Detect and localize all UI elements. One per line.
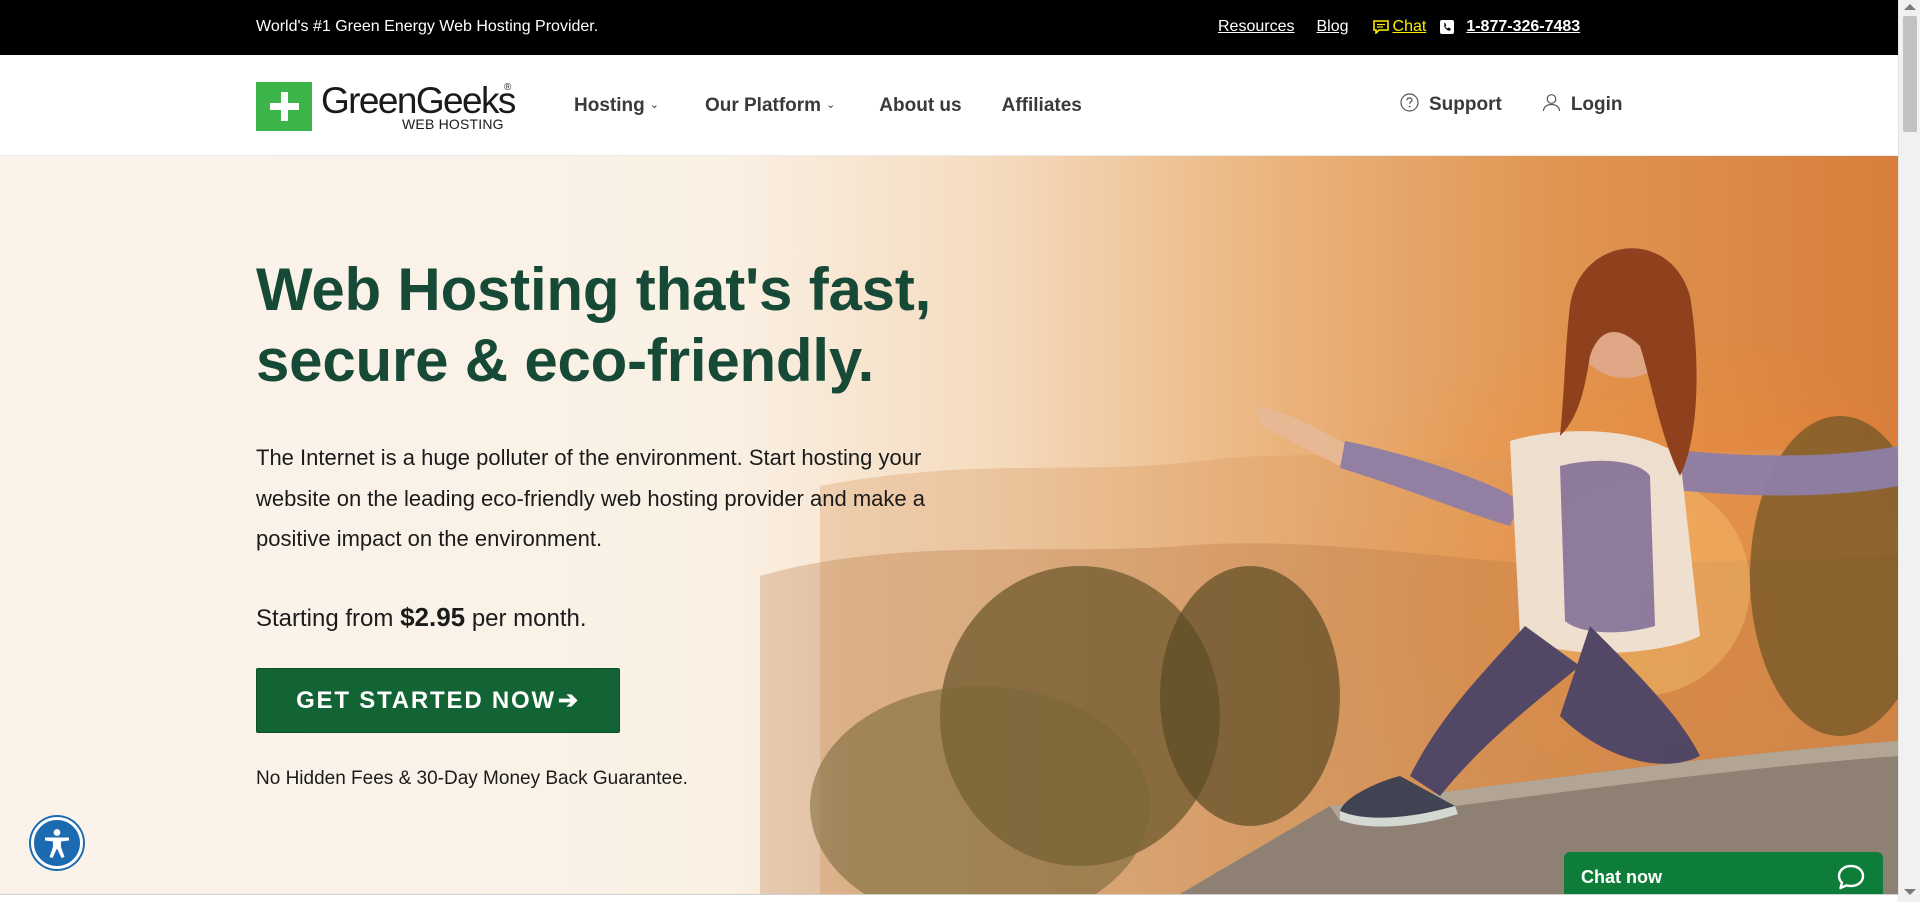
accessibility-icon <box>45 829 69 858</box>
starting-price: Starting from $2.95 per month. <box>256 602 587 633</box>
price-suffix: per month. <box>471 605 587 632</box>
nav-our-platform[interactable]: Our Platform ⌄ <box>705 95 835 117</box>
nav-platform-label: Our Platform <box>704 95 822 116</box>
login-link[interactable]: Login <box>1542 93 1623 116</box>
user-icon <box>1542 93 1560 111</box>
hero-description: The Internet is a huge polluter of the e… <box>256 445 925 551</box>
scroll-up-arrow-icon[interactable] <box>1904 4 1916 10</box>
greengeeks-logo[interactable]: GreenGeeks ® WEB HOSTING <box>256 80 516 132</box>
nav-hosting-label: Hosting <box>574 95 645 116</box>
hero-headline: Web Hosting that's fast, secure & eco-fr… <box>256 254 931 396</box>
chevron-down-icon: ⌄ <box>649 98 659 111</box>
nav-hosting[interactable]: Hosting ⌄ <box>574 95 659 117</box>
nav-about-label: About us <box>879 95 962 116</box>
support-link[interactable]: Support <box>1400 92 1502 116</box>
main-header: GreenGeeks ® WEB HOSTING Hosting ⌄ Our P… <box>0 55 1898 156</box>
top-links: Resources Blog Chat 1-877-326-7483 <box>1218 18 1580 36</box>
hero-headline-line2: secure & eco-friendly. <box>256 327 875 394</box>
chat-link-group[interactable]: Chat <box>1372 18 1427 36</box>
chat-link[interactable]: Chat <box>1393 18 1427 36</box>
nav-affiliates-label: Affiliates <box>1001 95 1082 116</box>
hero-headline-line1: Web Hosting that's fast, <box>256 256 932 323</box>
top-bar: World's #1 Green Energy Web Hosting Prov… <box>0 0 1898 55</box>
hero-section: Web Hosting that's fast, secure & eco-fr… <box>0 156 1898 894</box>
login-label: Login <box>1570 94 1623 115</box>
phone-link[interactable]: 1-877-326-7483 <box>1466 18 1580 36</box>
main-nav: Hosting ⌄ Our Platform ⌄ About us Affili… <box>574 95 1082 117</box>
nav-affiliates[interactable]: Affiliates <box>1002 95 1082 117</box>
get-started-label: GET STARTED NOW <box>296 686 556 714</box>
chat-now-label: Chat now <box>1581 867 1662 887</box>
logo-subtitle: WEB HOSTING <box>402 116 504 132</box>
scrollbar-thumb[interactable] <box>1903 16 1917 132</box>
price-value: $2.95 <box>400 602 466 632</box>
blog-link[interactable]: Blog <box>1316 18 1348 36</box>
price-prefix: Starting from <box>256 605 394 632</box>
question-circle-icon <box>1400 92 1419 112</box>
guarantee-text: No Hidden Fees & 30-Day Money Back Guara… <box>256 768 688 789</box>
chat-bubble-icon <box>1372 20 1389 34</box>
arrow-right-icon: ➔ <box>557 687 580 714</box>
vertical-scrollbar[interactable] <box>1898 0 1920 902</box>
logo-registered: ® <box>504 82 512 93</box>
chevron-down-icon: ⌄ <box>826 98 836 111</box>
support-label: Support <box>1429 94 1502 115</box>
account-nav: Support Login <box>1400 92 1623 116</box>
nav-about-us[interactable]: About us <box>879 95 961 117</box>
scroll-down-arrow-icon[interactable] <box>1904 889 1916 895</box>
plus-logo-icon <box>256 82 312 131</box>
page-bottom-edge <box>0 894 1898 902</box>
resources-link[interactable]: Resources <box>1218 18 1294 36</box>
get-started-button[interactable]: GET STARTED NOW ➔ <box>256 668 620 733</box>
accessibility-button[interactable] <box>31 817 83 869</box>
logo-wordmark: GreenGeeks ® WEB HOSTING <box>321 80 516 132</box>
tagline: World's #1 Green Energy Web Hosting Prov… <box>256 18 599 35</box>
speech-bubble-icon <box>1837 864 1865 890</box>
phone-icon <box>1440 20 1455 34</box>
